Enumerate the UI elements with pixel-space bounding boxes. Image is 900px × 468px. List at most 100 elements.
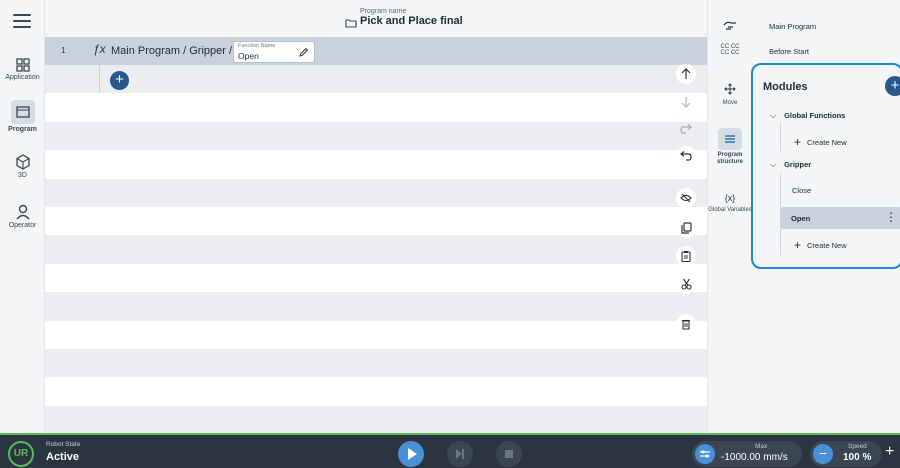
- rnav-move[interactable]: Move: [708, 82, 752, 107]
- rnav-label: Move: [722, 100, 738, 106]
- table-row[interactable]: [45, 377, 707, 406]
- create-label: Create New: [807, 241, 847, 250]
- nav-program[interactable]: Program: [0, 100, 45, 133]
- arrow-down-icon: [681, 97, 691, 108]
- rnav-label: Program structure: [716, 152, 743, 165]
- table-row[interactable]: [45, 263, 707, 293]
- undo-icon: [680, 151, 692, 161]
- group-label: Global Functions: [784, 111, 846, 120]
- table-row[interactable]: [45, 292, 707, 321]
- create-label: Create New: [807, 138, 847, 147]
- program-name[interactable]: Program name Pick and Place final: [345, 8, 463, 28]
- cc-label: CC CC CC CC: [720, 44, 740, 56]
- robot-state-label: Robot State: [46, 441, 81, 448]
- table-row[interactable]: [45, 349, 707, 378]
- program-icon: [15, 106, 30, 118]
- add-module-button[interactable]: +: [885, 76, 900, 96]
- person-icon: [15, 204, 30, 220]
- speed-decrease-button[interactable]: −: [813, 444, 833, 464]
- sliders-icon[interactable]: [695, 444, 715, 464]
- program-name-value: Pick and Place final: [360, 15, 463, 27]
- table-row[interactable]: [45, 235, 707, 264]
- redo-button[interactable]: [676, 119, 696, 139]
- table-row[interactable]: [45, 121, 707, 151]
- nav-label: 3D: [18, 172, 27, 179]
- table-row[interactable]: [45, 320, 707, 350]
- nav-label: Program: [8, 126, 37, 133]
- table-row[interactable]: [45, 405, 707, 435]
- nav-operator[interactable]: Operator: [0, 204, 45, 229]
- cube-icon: [15, 154, 30, 170]
- header: Program name Pick and Place final: [45, 0, 707, 37]
- grid-icon: [15, 58, 30, 72]
- nav-application[interactable]: Application: [0, 58, 45, 81]
- function-icon: ƒx: [93, 42, 106, 56]
- function-close[interactable]: Close: [792, 186, 811, 195]
- rnav-label: Global Variables: [708, 207, 752, 213]
- program-name-label: Program name: [360, 8, 407, 15]
- speed-value: 100 %: [843, 452, 872, 463]
- move-up-button[interactable]: [676, 64, 696, 84]
- function-name-value: Open: [238, 51, 259, 61]
- tree-line: [99, 65, 100, 93]
- hide-button[interactable]: [676, 188, 696, 208]
- group-global-functions[interactable]: ⌵ Global Functions: [770, 111, 845, 121]
- delete-button[interactable]: [676, 314, 696, 334]
- function-name-field[interactable]: Function Name Open: [233, 41, 315, 63]
- before-start-link[interactable]: Before Start: [769, 47, 809, 56]
- group-gripper[interactable]: ⌵ Gripper: [770, 160, 811, 170]
- robot-state-value: Active: [46, 451, 80, 463]
- cc-button[interactable]: CC CC CC CC: [708, 44, 752, 56]
- cut-button[interactable]: [676, 274, 696, 294]
- max-speed-control[interactable]: Max -1000.00 mm/s: [692, 441, 802, 467]
- rnav-structure[interactable]: Program structure: [708, 128, 752, 166]
- hand-icon: [723, 21, 736, 30]
- undo-button[interactable]: [676, 146, 696, 166]
- main-program-link[interactable]: Main Program: [769, 22, 816, 31]
- group-label: Gripper: [784, 160, 812, 169]
- modules-title: Modules: [763, 81, 808, 93]
- table-row[interactable]: 1 ƒx Main Program / Gripper / Function N…: [45, 37, 707, 65]
- copy-button[interactable]: [676, 218, 696, 238]
- create-new-button[interactable]: + Create New: [794, 238, 847, 252]
- play-button[interactable]: [398, 441, 424, 467]
- table-row[interactable]: [45, 150, 707, 179]
- step-icon: [456, 449, 464, 459]
- stop-button[interactable]: [496, 441, 522, 467]
- move-down-button[interactable]: [676, 92, 696, 112]
- nav-3d[interactable]: 3D: [0, 154, 45, 179]
- move-arrows-icon: [724, 83, 736, 95]
- table-row[interactable]: [45, 178, 707, 208]
- rnav-variables[interactable]: {x} Global Variables: [708, 193, 752, 214]
- trash-icon: [682, 319, 690, 330]
- left-nav: Application Program 3D Operator: [0, 0, 45, 433]
- modules-section: Modules + ⌵ Global Functions + Create New …: [751, 63, 900, 269]
- pencil-icon: [299, 47, 309, 57]
- breadcrumb: Main Program / Gripper /: [111, 45, 233, 57]
- structure-panel: Main Program Before Start Modules + ⌵ Glo…: [751, 0, 900, 433]
- menu-icon[interactable]: [13, 14, 31, 32]
- tree-line: [780, 123, 781, 151]
- table-row[interactable]: [45, 93, 707, 122]
- speed-increase-button[interactable]: +: [885, 443, 894, 461]
- ur-logo-icon: UR: [8, 441, 34, 467]
- create-new-button[interactable]: + Create New: [794, 135, 847, 149]
- function-label: Open: [791, 214, 811, 223]
- nav-label: Operator: [8, 222, 37, 229]
- variable-icon: {x}: [724, 193, 736, 203]
- more-icon[interactable]: ⋮: [885, 210, 897, 224]
- chevron-down-icon: ⌵: [770, 111, 777, 120]
- paste-button[interactable]: [676, 246, 696, 266]
- table-row[interactable]: [45, 207, 707, 236]
- add-node-button[interactable]: +: [110, 71, 129, 90]
- copy-icon: [680, 222, 692, 234]
- freedrive-button[interactable]: [708, 18, 752, 36]
- table-row[interactable]: [45, 65, 707, 94]
- row-number: 1: [61, 46, 66, 55]
- chevron-down-icon: ⌵: [770, 160, 777, 169]
- function-open[interactable]: Open ⋮: [781, 207, 900, 229]
- step-button[interactable]: [447, 441, 473, 467]
- folder-icon: [345, 19, 357, 28]
- arrow-up-icon: [681, 68, 691, 79]
- eye-off-icon: [680, 193, 692, 203]
